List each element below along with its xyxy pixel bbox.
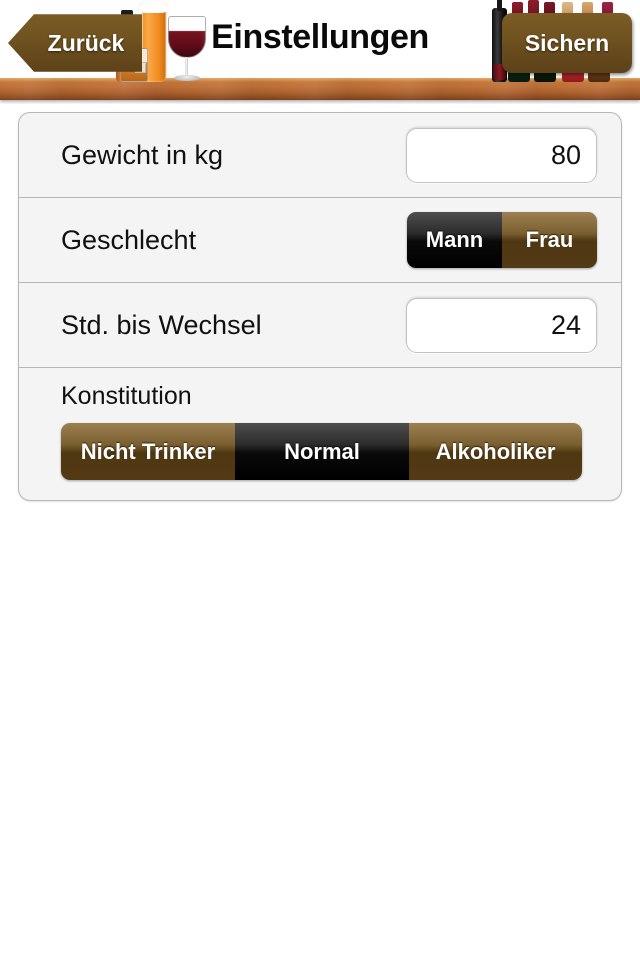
constitution-segmented-control[interactable]: Nicht Trinker Normal Alkoholiker <box>61 423 582 480</box>
constitution-option-alkoholiker[interactable]: Alkoholiker <box>409 423 582 480</box>
save-button[interactable]: Sichern <box>502 13 632 73</box>
wine-glass-icon <box>166 16 208 82</box>
gender-option-mann[interactable]: Mann <box>407 212 502 268</box>
hours-input[interactable] <box>406 297 597 353</box>
wine-foot <box>174 75 200 81</box>
settings-panel: Gewicht in kg Geschlecht Mann Frau Std. … <box>18 112 622 501</box>
gender-segmented-control[interactable]: Mann Frau <box>407 212 597 268</box>
back-button-label: Zurück <box>47 29 125 56</box>
constitution-label: Konstitution <box>61 382 192 410</box>
back-button[interactable]: Zurück <box>8 14 142 72</box>
beer-foam <box>138 0 169 13</box>
settings-row-constitution: Konstitution Nicht Trinker Normal Alkoho… <box>19 368 621 500</box>
settings-row-hours: Std. bis Wechsel <box>19 283 621 368</box>
gender-option-frau[interactable]: Frau <box>502 212 597 268</box>
navigation-bar: Einstellungen Zurück Sichern <box>0 0 640 104</box>
constitution-option-nicht-trinker[interactable]: Nicht Trinker <box>61 423 235 480</box>
weight-label: Gewicht in kg <box>61 139 224 170</box>
wine-stem <box>185 57 188 77</box>
gender-label: Geschlecht <box>61 224 197 255</box>
settings-row-weight: Gewicht in kg <box>19 113 621 198</box>
constitution-option-normal[interactable]: Normal <box>235 423 409 480</box>
settings-row-gender: Geschlecht Mann Frau <box>19 198 621 283</box>
wine-bowl <box>168 16 206 58</box>
weight-input[interactable] <box>406 127 597 183</box>
save-button-label: Sichern <box>524 29 610 56</box>
hours-label: Std. bis Wechsel <box>61 309 262 340</box>
